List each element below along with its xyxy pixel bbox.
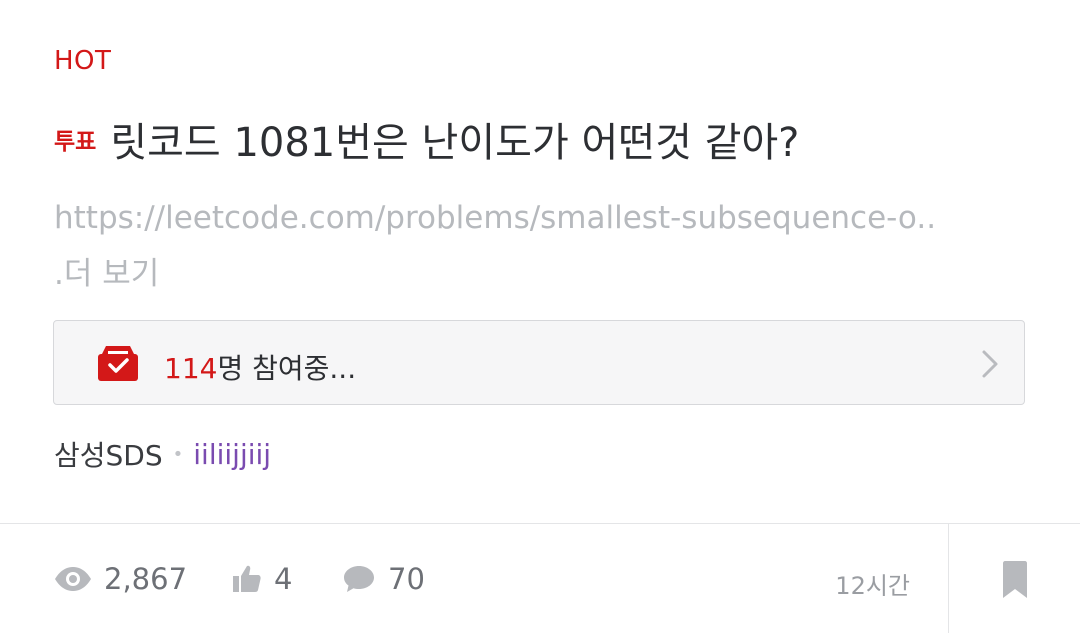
poll-participant-count: 114	[164, 352, 218, 385]
title-row[interactable]: 투표 릿코드 1081번은 난이도가 어떤것 같아?	[54, 110, 1034, 168]
hot-badge: HOT	[54, 46, 112, 76]
preview-line[interactable]: https://leetcode.com/problems/smallest-s…	[54, 190, 1014, 246]
vote-tag: 투표	[54, 129, 97, 155]
comment-button[interactable]: 70	[342, 562, 425, 596]
chevron-right-icon	[982, 350, 998, 378]
like-count: 4	[274, 562, 293, 596]
post-body-preview[interactable]: https://leetcode.com/problems/smallest-s…	[54, 190, 1014, 302]
poll-status-text: 명 참여중...	[217, 352, 357, 385]
like-button[interactable]: 4	[232, 562, 292, 596]
post-meta: 삼성SDS • iiliijjiij	[54, 434, 271, 474]
post-title[interactable]: 릿코드 1081번은 난이도가 어떤것 같아?	[110, 110, 799, 168]
comment-count: 70	[388, 562, 425, 596]
poll-box[interactable]: 114명 참여중...	[53, 320, 1025, 405]
poll-status: 114명 참여중...	[164, 347, 356, 387]
company-name[interactable]: 삼성SDS	[54, 434, 163, 474]
comment-bubble-icon	[344, 566, 374, 592]
view-count-value: 2,867	[104, 562, 188, 596]
post-time: 12시간	[835, 572, 910, 600]
bookmark-divider	[948, 524, 949, 633]
view-count: 2,867	[54, 562, 187, 596]
thumbs-up-icon	[233, 565, 261, 592]
ballot-box-icon	[98, 346, 138, 381]
author-name[interactable]: iiliijjiij	[193, 438, 271, 471]
read-more-link[interactable]: .더 보기	[54, 246, 1014, 302]
bookmark-icon[interactable]	[1002, 561, 1028, 599]
eye-icon	[55, 567, 91, 591]
footer-divider	[0, 523, 1080, 524]
meta-separator: •	[172, 443, 184, 465]
